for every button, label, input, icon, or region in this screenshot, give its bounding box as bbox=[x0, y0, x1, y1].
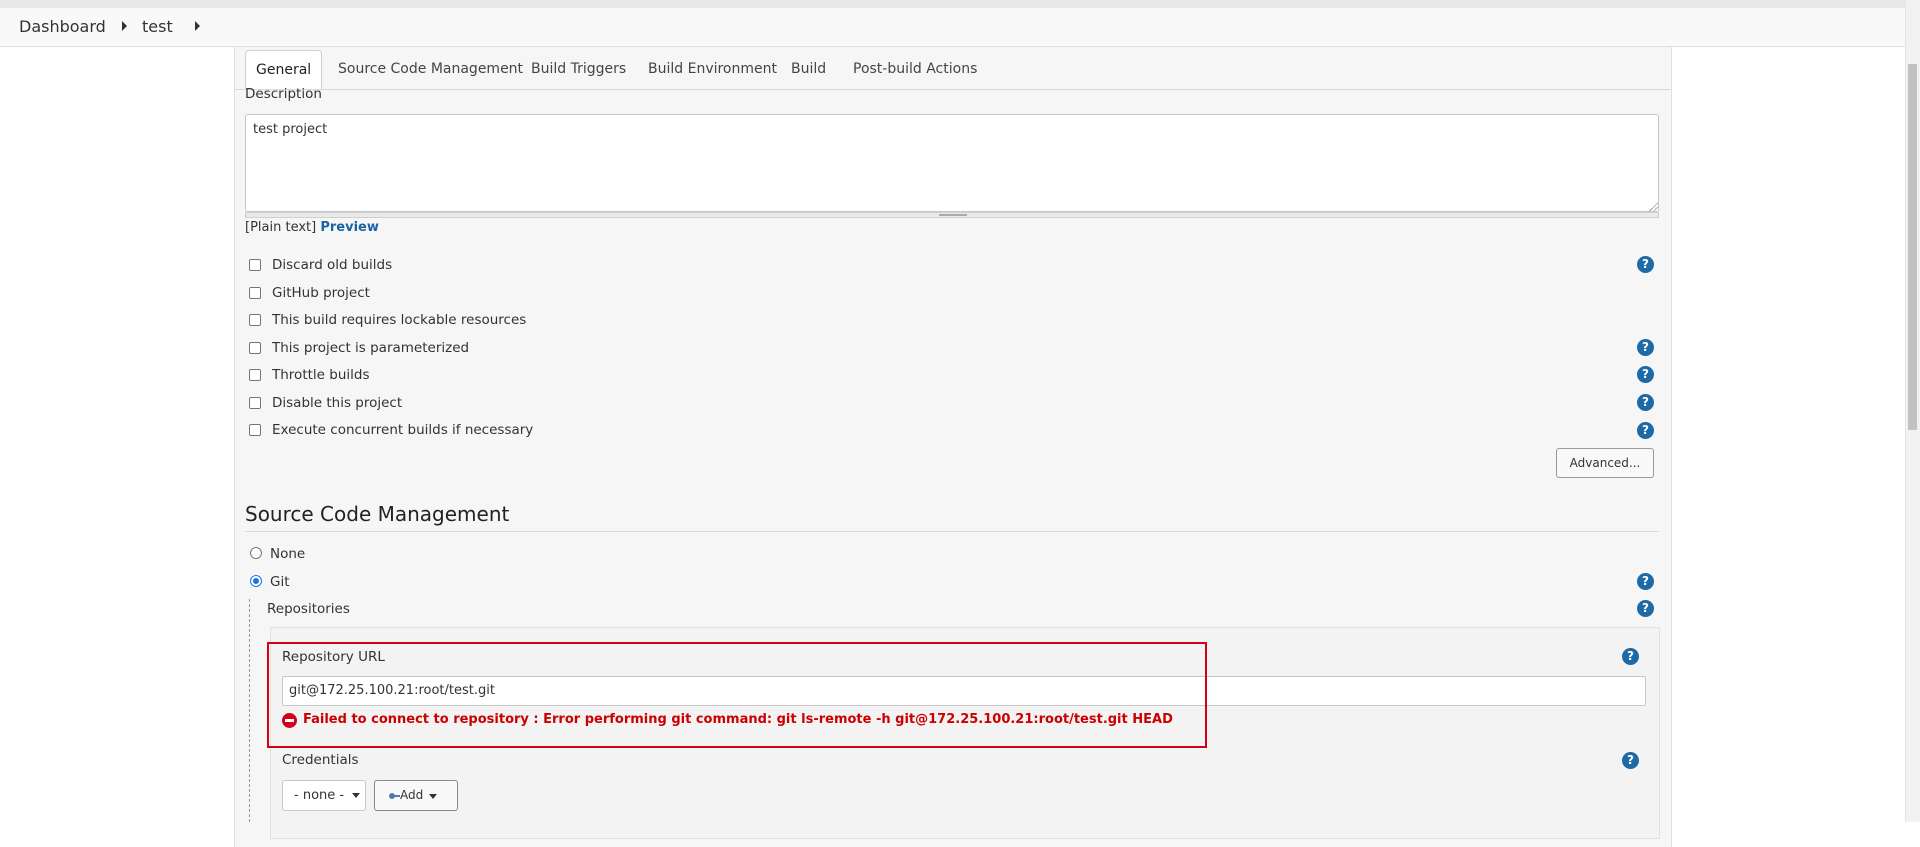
chevron-right-icon[interactable] bbox=[122, 21, 127, 31]
disable-project-label[interactable]: Disable this project bbox=[272, 395, 402, 411]
credentials-label: Credentials bbox=[282, 752, 359, 768]
scm-none-label[interactable]: None bbox=[270, 546, 305, 562]
nesting-guide bbox=[249, 599, 250, 822]
breadcrumb-project[interactable]: test bbox=[142, 17, 173, 36]
throttle-builds-label[interactable]: Throttle builds bbox=[272, 367, 369, 383]
scm-none-radio[interactable] bbox=[250, 547, 262, 559]
parameterized-label[interactable]: This project is parameterized bbox=[272, 340, 469, 356]
preview-link[interactable]: Preview bbox=[320, 220, 379, 235]
format-hint: [Plain text] Preview bbox=[245, 220, 379, 235]
advanced-button[interactable]: Advanced... bbox=[1556, 448, 1654, 478]
discard-old-builds-checkbox[interactable] bbox=[249, 259, 261, 271]
help-icon[interactable]: ? bbox=[1637, 366, 1654, 383]
plain-text-label: [Plain text] bbox=[245, 220, 317, 235]
scrollbar-thumb[interactable] bbox=[1908, 64, 1917, 430]
tab-divider bbox=[234, 89, 1670, 90]
scm-git-radio[interactable] bbox=[250, 575, 262, 587]
section-divider bbox=[245, 531, 1659, 532]
help-icon[interactable]: ? bbox=[1637, 573, 1654, 590]
help-icon[interactable]: ? bbox=[1637, 600, 1654, 617]
help-icon[interactable]: ? bbox=[1622, 648, 1639, 665]
breadcrumb-dashboard[interactable]: Dashboard bbox=[19, 17, 106, 36]
help-icon[interactable]: ? bbox=[1622, 752, 1639, 769]
github-project-label[interactable]: GitHub project bbox=[272, 285, 370, 301]
lockable-resources-label[interactable]: This build requires lockable resources bbox=[272, 312, 526, 328]
lockable-resources-checkbox[interactable] bbox=[249, 314, 261, 326]
textarea-resize-bar[interactable] bbox=[245, 212, 1659, 218]
chevron-down-icon[interactable] bbox=[352, 793, 360, 798]
add-button-label: Add bbox=[400, 788, 424, 802]
tab-post-build-actions[interactable]: Post-build Actions bbox=[853, 50, 977, 88]
tab-source-code-management[interactable]: Source Code Management bbox=[338, 50, 523, 88]
scm-section-title: Source Code Management bbox=[245, 502, 510, 526]
resize-handle-icon[interactable] bbox=[1648, 201, 1658, 211]
github-project-checkbox[interactable] bbox=[249, 287, 261, 299]
throttle-builds-checkbox[interactable] bbox=[249, 369, 261, 381]
help-icon[interactable]: ? bbox=[1637, 394, 1654, 411]
scm-git-label[interactable]: Git bbox=[270, 574, 290, 590]
add-credentials-button[interactable]: Add bbox=[374, 780, 458, 811]
caret-down-icon bbox=[429, 794, 437, 799]
discard-old-builds-label[interactable]: Discard old builds bbox=[272, 257, 392, 273]
tab-build-environment[interactable]: Build Environment bbox=[648, 50, 777, 88]
concurrent-builds-label[interactable]: Execute concurrent builds if necessary bbox=[272, 422, 533, 438]
error-highlight-box bbox=[267, 642, 1207, 748]
description-label: Description bbox=[245, 86, 322, 102]
help-icon[interactable]: ? bbox=[1637, 339, 1654, 356]
help-icon[interactable]: ? bbox=[1637, 422, 1654, 439]
concurrent-builds-checkbox[interactable] bbox=[249, 424, 261, 436]
tab-build-triggers[interactable]: Build Triggers bbox=[531, 50, 626, 88]
chevron-right-icon[interactable] bbox=[195, 21, 200, 31]
tab-general[interactable]: General bbox=[245, 50, 323, 89]
help-icon[interactable]: ? bbox=[1637, 256, 1654, 273]
tab-build[interactable]: Build bbox=[791, 50, 826, 88]
description-textarea[interactable]: test project bbox=[245, 114, 1659, 212]
disable-project-checkbox[interactable] bbox=[249, 397, 261, 409]
repositories-label: Repositories bbox=[267, 601, 350, 617]
parameterized-checkbox[interactable] bbox=[249, 342, 261, 354]
breadcrumb-bar: Dashboard test bbox=[0, 0, 1905, 47]
